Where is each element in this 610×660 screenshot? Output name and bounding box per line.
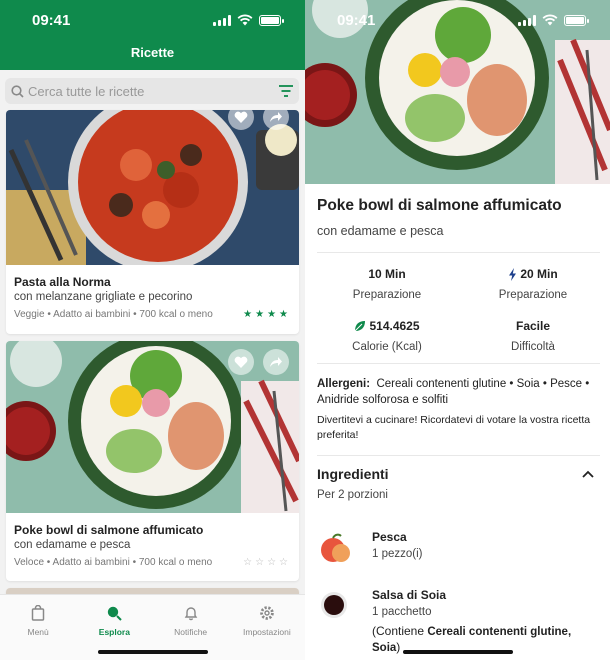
- search-placeholder: Cerca tutte le ricette: [28, 83, 145, 99]
- cellular-signal-icon: [518, 14, 536, 26]
- status-bar: 09:41: [305, 0, 610, 40]
- recipe-image: [6, 110, 299, 265]
- bolt-icon: [509, 267, 517, 281]
- ingredient-quantity: 1 pacchetto: [372, 606, 432, 618]
- status-time: 09:41: [337, 11, 376, 29]
- divider: [317, 363, 600, 364]
- ingredient-item: Pesca 1 pezzo(i): [317, 530, 598, 570]
- tab-label: Esplora: [98, 627, 130, 637]
- stat-value: 514.4625: [369, 319, 420, 333]
- recipe-subtitle: con melanzane grigliate e pecorino: [14, 291, 193, 303]
- stat-value: 10 Min: [368, 267, 406, 281]
- tab-label: Impostazioni: [243, 627, 291, 637]
- stat-value: Facile: [515, 319, 551, 333]
- wifi-icon: [237, 14, 253, 26]
- bell-icon: [184, 607, 197, 621]
- soy-sauce-icon: [321, 592, 347, 618]
- cellular-signal-icon: [213, 14, 231, 26]
- divider: [317, 455, 600, 456]
- stat-total-time: 20 Min Preparazione: [463, 267, 603, 301]
- recipe-image: [6, 341, 299, 513]
- cooking-note: Divertitevi a cucinare! Ricordatevi di v…: [317, 414, 591, 441]
- recipe-list-screen: 09:41 Ricette Cerca tutte le ricette Pas…: [0, 0, 305, 660]
- recipe-detail-screen: 09:41 Poke bowl di salmone affumicato co…: [305, 0, 610, 660]
- explore-search-icon: [108, 606, 123, 621]
- stat-difficulty: Facile Difficoltà: [463, 319, 603, 353]
- peach-icon: [321, 533, 350, 562]
- heart-icon: [234, 111, 248, 123]
- rating-stars: ★★★★: [243, 309, 291, 320]
- stat-label: Calorie (Kcal): [352, 341, 422, 353]
- share-icon: [270, 357, 282, 367]
- recipe-tags: Veggie • Adatto ai bambini • 700 kcal o …: [14, 309, 213, 320]
- search-input[interactable]: Cerca tutte le ricette: [5, 78, 299, 104]
- tab-menu[interactable]: Menù: [0, 595, 76, 660]
- ingredients-heading[interactable]: Ingredienti: [317, 466, 389, 482]
- rating-stars: ☆☆☆☆: [243, 557, 291, 568]
- heart-icon: [234, 356, 248, 368]
- bag-icon: [31, 605, 45, 621]
- status-bar: 09:41: [0, 0, 305, 40]
- ingredient-name: Pesca: [372, 530, 407, 544]
- share-icon: [270, 112, 282, 122]
- stat-calories: 514.4625 Calorie (Kcal): [317, 319, 457, 353]
- home-indicator: [97, 650, 208, 654]
- poke-bowl-photo: [6, 341, 299, 513]
- app-header: 09:41 Ricette: [0, 0, 305, 70]
- stat-label: Difficoltà: [511, 341, 555, 353]
- status-time: 09:41: [32, 11, 71, 29]
- tab-label: Notifiche: [174, 627, 208, 637]
- recipe-hero-image: 09:41: [305, 0, 610, 184]
- wifi-icon: [542, 14, 558, 26]
- stat-value: 20 Min: [520, 267, 558, 281]
- divider: [317, 252, 600, 253]
- ingredient-name: Salsa di Soia: [372, 588, 447, 602]
- stat-label: Preparazione: [498, 289, 568, 301]
- favorite-button[interactable]: [228, 349, 254, 375]
- recipe-title: Poke bowl di salmone affumicato: [14, 523, 204, 537]
- tab-bar: Menù Esplora Notifiche Impostazioni: [0, 594, 305, 660]
- battery-icon: [259, 14, 284, 26]
- gear-icon: [260, 606, 274, 620]
- recipe-title: Pasta alla Norma: [14, 275, 111, 289]
- search-icon: [11, 84, 24, 98]
- share-button[interactable]: [263, 349, 289, 375]
- stat-prep-time: 10 Min Preparazione: [317, 267, 457, 301]
- filter-icon[interactable]: [277, 82, 295, 100]
- allergens-info: Allergeni: Cereali contenenti glutine • …: [317, 376, 596, 408]
- allergen-note-suffix: ): [396, 640, 401, 654]
- tab-label: Menù: [27, 627, 49, 637]
- stat-label: Preparazione: [352, 289, 422, 301]
- ingredient-quantity: 1 pezzo(i): [372, 548, 423, 560]
- recipe-tags: Veloce • Adatto ai bambini • 700 kcal o …: [14, 557, 213, 568]
- allergens-label: Allergeni:: [317, 378, 371, 390]
- pasta-photo: [6, 110, 299, 265]
- allergen-note-prefix: (Contiene: [372, 624, 428, 638]
- recipe-title: Poke bowl di salmone affumicato: [317, 197, 562, 214]
- battery-icon: [564, 14, 589, 26]
- home-indicator: [402, 650, 513, 654]
- recipe-subtitle: con edamame e pesca: [14, 539, 131, 551]
- recipe-card[interactable]: Pasta alla Norma con melanzane grigliate…: [6, 110, 299, 334]
- page-title: Ricette: [130, 45, 175, 60]
- recipe-card[interactable]: Poke bowl di salmone affumicato con edam…: [6, 341, 299, 581]
- portions-label: Per 2 porzioni: [317, 489, 388, 501]
- tab-settings[interactable]: Impostazioni: [229, 595, 305, 660]
- recipe-subtitle: con edamame e pesca: [317, 224, 444, 238]
- chevron-up-icon[interactable]: [582, 470, 594, 478]
- leaf-icon: [355, 321, 366, 332]
